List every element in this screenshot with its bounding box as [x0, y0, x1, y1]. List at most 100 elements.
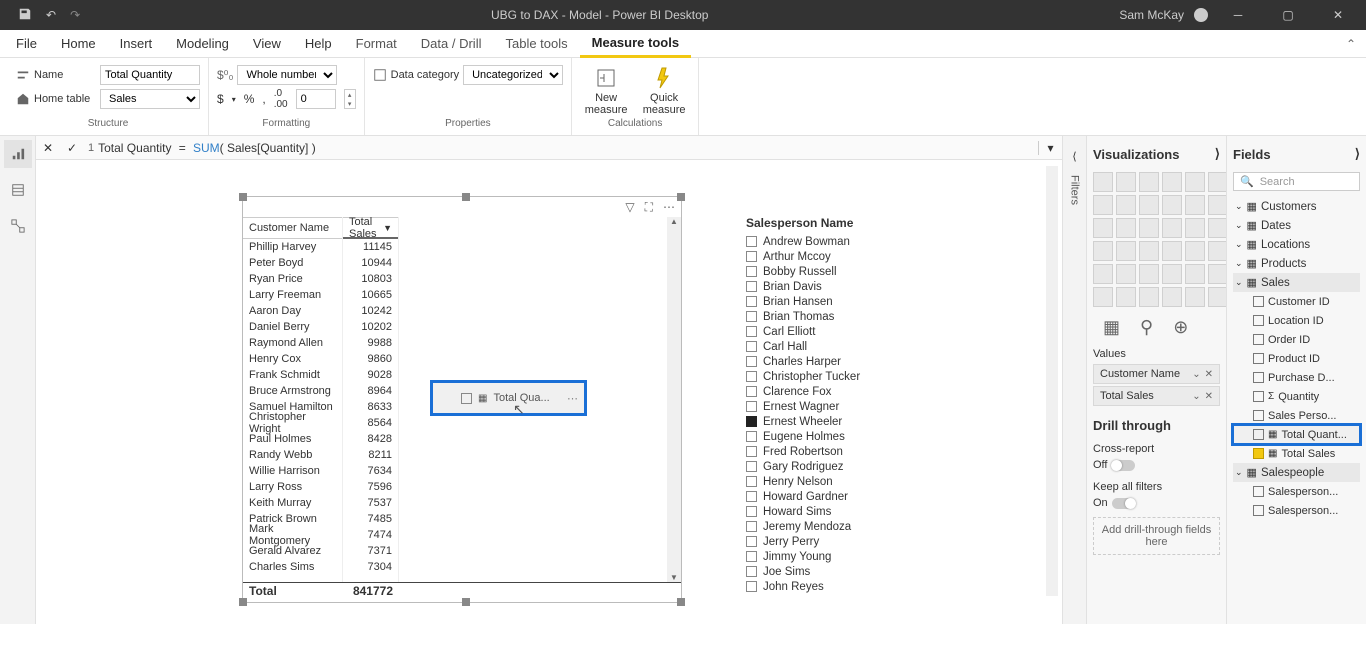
resize-handle[interactable] — [462, 193, 470, 201]
field-column[interactable]: Salesperson... — [1233, 482, 1360, 501]
field-column[interactable]: Product ID — [1233, 349, 1360, 368]
resize-handle[interactable] — [677, 598, 685, 606]
tab-insert[interactable]: Insert — [108, 30, 165, 58]
slicer-item[interactable]: Brian Hansen — [746, 294, 946, 309]
slicer-item[interactable]: Ernest Wagner — [746, 399, 946, 414]
checkbox-icon[interactable] — [746, 581, 757, 592]
checkbox[interactable] — [1253, 410, 1264, 421]
well-total-sales[interactable]: Total Sales⌄✕ — [1093, 386, 1220, 406]
tab-home[interactable]: Home — [49, 30, 108, 58]
slicer-item[interactable]: Andrew Bowman — [746, 234, 946, 249]
slicer-item[interactable]: Fred Robertson — [746, 444, 946, 459]
slicer-item[interactable]: Howard Sims — [746, 504, 946, 519]
viz-type-icon[interactable] — [1116, 172, 1136, 192]
slicer-visual[interactable]: Salesperson Name Andrew BowmanArthur Mcc… — [746, 216, 946, 594]
resize-handle[interactable] — [239, 193, 247, 201]
viz-type-icon[interactable] — [1162, 195, 1182, 215]
slicer-item[interactable]: Jeremy Mendoza — [746, 519, 946, 534]
tab-table-tools[interactable]: Table tools — [493, 30, 579, 58]
formula-cancel[interactable]: ✕ — [36, 141, 60, 155]
undo-icon[interactable]: ↶ — [46, 8, 56, 22]
redo-icon[interactable]: ↷ — [70, 8, 80, 22]
checkbox-icon[interactable] — [746, 476, 757, 487]
viz-type-icon[interactable] — [1093, 287, 1113, 307]
slicer-item[interactable]: Charles Harper — [746, 354, 946, 369]
resize-handle[interactable] — [462, 598, 470, 606]
checkbox-icon[interactable] — [746, 491, 757, 502]
checkbox-icon[interactable] — [746, 341, 757, 352]
viz-type-icon[interactable] — [1093, 172, 1113, 192]
slicer-item[interactable]: Jerry Perry — [746, 534, 946, 549]
field-column[interactable]: ▦Total Quant... — [1233, 425, 1360, 444]
format-type-select[interactable]: Whole number — [237, 65, 337, 85]
formula-commit[interactable]: ✓ — [60, 141, 84, 155]
checkbox-icon[interactable] — [746, 236, 757, 247]
checkbox-icon[interactable] — [746, 536, 757, 547]
tab-view[interactable]: View — [241, 30, 293, 58]
tab-format[interactable]: Format — [344, 30, 409, 58]
resize-handle[interactable] — [677, 193, 685, 201]
checkbox-icon[interactable] — [746, 356, 757, 367]
decimals-button[interactable]: .0.00 — [274, 88, 288, 110]
viz-type-icon[interactable] — [1116, 264, 1136, 284]
currency-button[interactable]: $ — [217, 92, 224, 106]
checkbox-icon[interactable] — [746, 521, 757, 532]
viz-type-icon[interactable] — [1162, 287, 1182, 307]
scroll-up[interactable]: ▲ — [670, 217, 678, 226]
checkbox-icon[interactable] — [746, 551, 757, 562]
keep-filters-toggle[interactable]: On — [1093, 497, 1220, 509]
viz-type-icon[interactable] — [1185, 195, 1205, 215]
analytics-mode-icon[interactable]: ⊕ — [1173, 317, 1188, 338]
viz-type-icon[interactable] — [1139, 195, 1159, 215]
slicer-item[interactable]: Henry Nelson — [746, 474, 946, 489]
maximize-button[interactable]: ▢ — [1268, 8, 1308, 22]
slicer-item[interactable]: Joe Sims — [746, 564, 946, 579]
viz-type-icon[interactable] — [1093, 241, 1113, 261]
slicer-item[interactable]: Carl Elliott — [746, 324, 946, 339]
checkbox[interactable] — [1253, 372, 1264, 383]
field-column[interactable]: ▦Total Sales — [1233, 444, 1360, 463]
drill-through-drop[interactable]: Add drill-through fields here — [1093, 517, 1220, 555]
slicer-item[interactable]: Howard Gardner — [746, 489, 946, 504]
focus-icon[interactable]: ⛶ — [645, 200, 653, 215]
checkbox[interactable] — [1253, 353, 1264, 364]
measure-name-input[interactable] — [100, 65, 200, 85]
checkbox-icon[interactable] — [746, 461, 757, 472]
field-table[interactable]: ⌄▦Customers — [1233, 197, 1360, 216]
field-table[interactable]: ⌄▦Locations — [1233, 235, 1360, 254]
viz-type-icon[interactable] — [1116, 218, 1136, 238]
data-view-button[interactable] — [4, 176, 32, 204]
formula-dropdown[interactable]: ▾ — [1038, 141, 1062, 155]
viz-type-icon[interactable] — [1162, 172, 1182, 192]
canvas-scrollbar[interactable] — [1046, 166, 1058, 596]
checkbox-icon[interactable] — [746, 266, 757, 277]
checkbox[interactable] — [1253, 448, 1264, 459]
checkbox-icon[interactable] — [746, 416, 757, 427]
avatar[interactable] — [1194, 8, 1208, 22]
comma-button[interactable]: , — [262, 92, 265, 106]
viz-type-icon[interactable] — [1139, 287, 1159, 307]
viz-type-icon[interactable] — [1162, 264, 1182, 284]
formula-input[interactable]: Total Quantity = SUM( Sales[Quantity] ) — [98, 141, 1038, 155]
viz-type-icon[interactable] — [1185, 264, 1205, 284]
viz-type-icon[interactable] — [1185, 172, 1205, 192]
field-column[interactable]: Location ID — [1233, 311, 1360, 330]
field-table[interactable]: ⌄▦Dates — [1233, 216, 1360, 235]
filters-expand-icon[interactable]: ⟨ — [1072, 150, 1076, 163]
viz-type-icon[interactable] — [1162, 218, 1182, 238]
collapse-ribbon[interactable]: ⌃ — [1346, 37, 1366, 51]
fields-pane-collapse[interactable]: ⟩ — [1355, 146, 1360, 162]
viz-type-icon[interactable] — [1116, 195, 1136, 215]
col-header-total-sales[interactable]: Total Sales▼ — [343, 217, 398, 239]
decimals-spinner[interactable]: ▴▾ — [344, 89, 356, 109]
quick-measure-button[interactable]: Quick measure — [638, 64, 690, 116]
checkbox-icon[interactable] — [746, 281, 757, 292]
checkbox[interactable] — [1253, 486, 1264, 497]
viz-type-icon[interactable] — [1185, 218, 1205, 238]
field-column[interactable]: Order ID — [1233, 330, 1360, 349]
checkbox-icon[interactable] — [746, 431, 757, 442]
viz-type-icon[interactable] — [1208, 195, 1228, 215]
viz-type-icon[interactable] — [1208, 287, 1228, 307]
tab-help[interactable]: Help — [293, 30, 344, 58]
slicer-item[interactable]: Brian Davis — [746, 279, 946, 294]
